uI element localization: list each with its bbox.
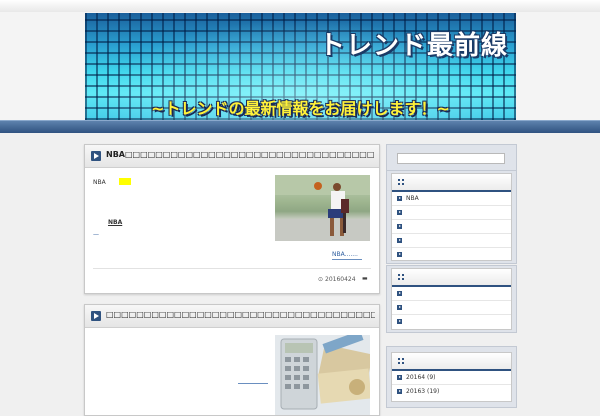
nav-bar bbox=[0, 120, 600, 133]
widget-list-item[interactable] bbox=[392, 220, 511, 234]
recent-posts-widget: NBA bbox=[391, 173, 512, 261]
post-card: NBA□□□□□□□□□□□□□□□□□□□□□□□□□□□□□□□□□ NBA… bbox=[84, 144, 380, 294]
arrow-bullet-icon bbox=[397, 305, 402, 310]
search-input[interactable] bbox=[397, 153, 505, 164]
calculator-money-image bbox=[275, 335, 370, 415]
grid-icon bbox=[398, 358, 404, 364]
highlight-marker bbox=[119, 178, 131, 185]
arrow-bullet-icon bbox=[397, 224, 402, 229]
site-tagline: ~トレンドの最新情報をお届けします！~ bbox=[151, 99, 450, 118]
categories-widget bbox=[391, 268, 512, 330]
widget-list-item[interactable] bbox=[392, 315, 511, 328]
header-banner[interactable]: トレンド最前線 ~トレンドの最新情報をお届けします！~ bbox=[85, 13, 516, 120]
widget-header bbox=[392, 353, 511, 371]
site-title[interactable]: トレンド最前線 bbox=[319, 25, 508, 62]
arrow-bullet-icon bbox=[397, 291, 402, 296]
widget-list-item[interactable] bbox=[392, 301, 511, 315]
grid-icon bbox=[398, 274, 404, 280]
clock-icon: ⊙ bbox=[318, 276, 324, 283]
post-title[interactable]: NBA□□□□□□□□□□□□□□□□□□□□□□□□□□□□□□□□□ bbox=[106, 150, 375, 159]
post-title[interactable]: □□□□□□□□□□□□□□□□□□□□□□□□□□□□□□□□□□□□□□□ bbox=[106, 310, 375, 319]
arrow-bullet-icon bbox=[397, 389, 402, 394]
widget-list-item[interactable] bbox=[392, 234, 511, 248]
arrow-bullet-icon bbox=[397, 196, 402, 201]
read-more-underline bbox=[332, 259, 362, 260]
excerpt-link-underline bbox=[238, 383, 268, 384]
search-widget bbox=[391, 147, 510, 167]
post-date: 20160424 bbox=[325, 276, 356, 283]
post-header: NBA□□□□□□□□□□□□□□□□□□□□□□□□□□□□□□□□□ bbox=[85, 145, 379, 168]
arrow-bullet-icon bbox=[397, 210, 402, 215]
widget-list-item[interactable]: NBA bbox=[392, 192, 511, 206]
grid-icon bbox=[398, 179, 404, 185]
post-thumbnail-money[interactable] bbox=[275, 335, 370, 415]
play-icon bbox=[91, 151, 101, 161]
widget-list-item[interactable] bbox=[392, 287, 511, 301]
excerpt-bold: NBA bbox=[108, 219, 123, 226]
widget-header bbox=[392, 269, 511, 287]
post-divider bbox=[93, 268, 371, 269]
widget-list-item[interactable] bbox=[392, 206, 511, 220]
post-header: □□□□□□□□□□□□□□□□□□□□□□□□□□□□□□□□□□□□□□□ bbox=[85, 305, 379, 328]
archive-list-item[interactable]: 20164 (9) bbox=[392, 371, 511, 385]
basketball-players-image bbox=[275, 175, 370, 241]
arrow-bullet-icon bbox=[397, 375, 402, 380]
widget-list-item[interactable] bbox=[392, 248, 511, 261]
play-icon bbox=[91, 311, 101, 321]
arrow-bullet-icon bbox=[397, 238, 402, 243]
folder-icon[interactable]: ▬ bbox=[362, 275, 368, 282]
archives-widget: 20164 (9) 20163 (19) bbox=[391, 352, 512, 402]
arrow-bullet-icon bbox=[397, 319, 402, 324]
archive-item-label[interactable]: 20164 (9) bbox=[406, 374, 436, 381]
widget-header bbox=[392, 174, 511, 192]
archive-item-label[interactable]: 20163 (19) bbox=[406, 388, 439, 395]
top-bar bbox=[0, 0, 600, 12]
archive-list-item[interactable]: 20163 (19) bbox=[392, 385, 511, 398]
widget-item-label[interactable]: NBA bbox=[406, 195, 419, 202]
post-thumbnail-basketball[interactable] bbox=[275, 175, 370, 241]
excerpt-text: NBA bbox=[93, 179, 106, 186]
excerpt-link[interactable]: — bbox=[93, 231, 99, 238]
post-card: □□□□□□□□□□□□□□□□□□□□□□□□□□□□□□□□□□□□□□□ bbox=[84, 304, 380, 416]
read-more-link[interactable]: NBA....... bbox=[332, 251, 358, 258]
arrow-bullet-icon bbox=[397, 252, 402, 257]
